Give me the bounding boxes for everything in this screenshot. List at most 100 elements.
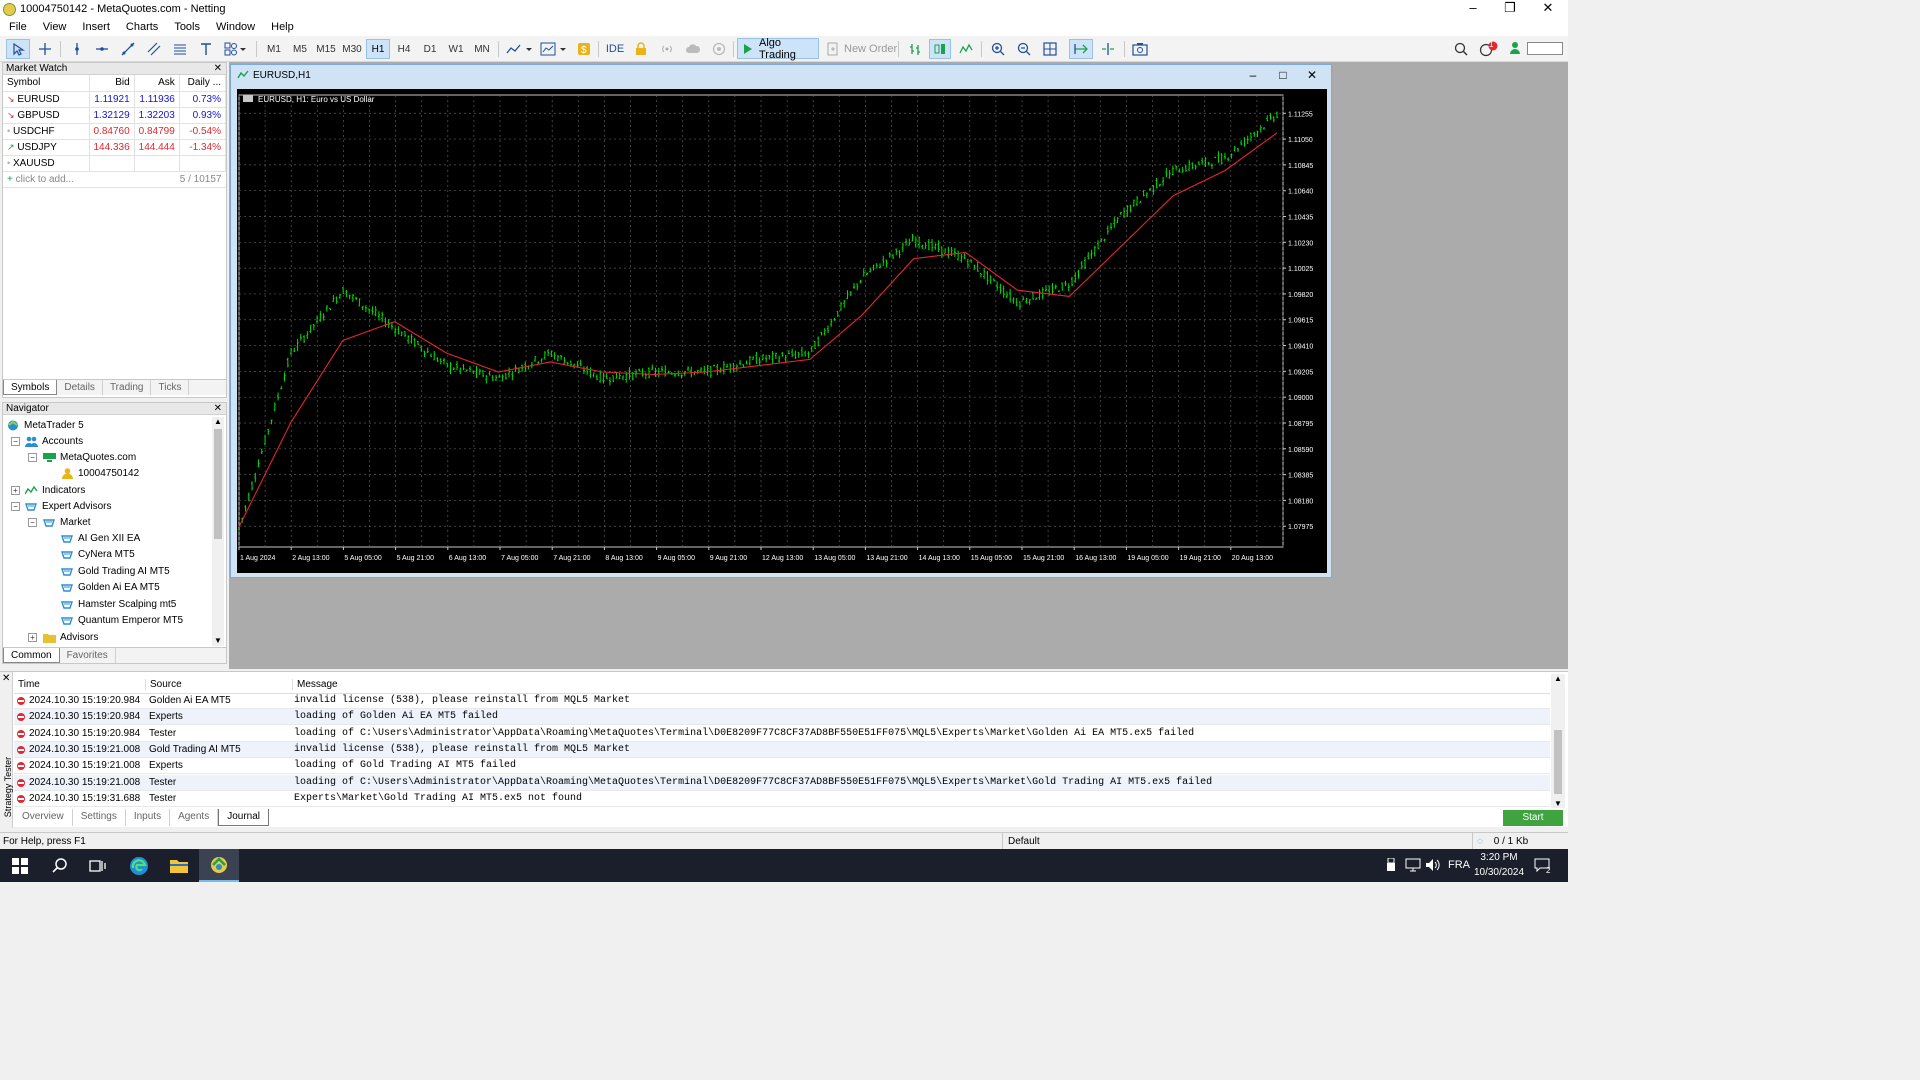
tree-item-expert[interactable]: Hamster Scalping mt5	[61, 596, 176, 612]
timeframe-m5[interactable]: M5	[288, 39, 312, 59]
expand-toggle[interactable]: +	[11, 486, 20, 495]
close-button[interactable]: ✕	[1530, 0, 1566, 18]
tree-item-indicators[interactable]: Indicators	[25, 482, 85, 498]
menu-help[interactable]: Help	[262, 21, 301, 33]
search-icon[interactable]	[40, 849, 80, 882]
account-level-icon[interactable]	[1506, 39, 1524, 59]
column-time[interactable]: Time	[14, 679, 145, 690]
collapse-toggle[interactable]: −	[11, 437, 20, 446]
scroll-thumb[interactable]	[214, 429, 222, 539]
menu-view[interactable]: View	[34, 21, 74, 33]
usb-device-icon[interactable]	[1386, 857, 1400, 874]
menu-insert[interactable]: Insert	[73, 21, 117, 33]
shapes-dropdown-icon[interactable]	[221, 39, 251, 59]
column-ask[interactable]: Ask	[134, 75, 180, 92]
tab-agents[interactable]: Agents	[170, 809, 219, 826]
maximize-button[interactable]: ❐	[1492, 0, 1528, 18]
metatrader-taskbar-icon[interactable]	[199, 849, 239, 882]
scroll-thumb[interactable]	[1554, 730, 1562, 794]
tree-item-expert[interactable]: Quantum Emperor MT5	[61, 612, 183, 628]
tree-item-account-number[interactable]: 10004750142	[61, 465, 139, 481]
column-message[interactable]: Message	[292, 679, 338, 690]
volume-icon[interactable]	[1425, 858, 1441, 874]
tree-item-metatrader[interactable]: MetaTrader 5	[7, 417, 84, 433]
trend-line-tool-icon[interactable]	[117, 39, 139, 59]
collapse-toggle[interactable]: −	[11, 502, 20, 511]
table-row[interactable]: • USDCHF 0.84760 0.84799 -0.54%	[3, 123, 227, 140]
chart-shift-icon[interactable]	[1096, 39, 1120, 59]
tree-item-expert[interactable]: Gold Trading AI MT5	[61, 563, 170, 579]
timeframe-mn[interactable]: MN	[470, 39, 494, 59]
table-row[interactable]: ↗ USDJPY 144.336 144.444 -1.34%	[3, 139, 227, 156]
tab-common[interactable]: Common	[3, 648, 60, 663]
price-chart-svg[interactable]: 1.11255 1.11050 1.10845 1.10640 1.10435 1.102…	[237, 89, 1327, 573]
profile-name[interactable]: Default	[1002, 833, 1470, 849]
tab-ticks[interactable]: Ticks	[151, 380, 190, 395]
price-chart[interactable]: 1.11255 1.11050 1.10845 1.10640 1.10435 1.102…	[237, 89, 1327, 573]
close-icon[interactable]: ✕	[214, 63, 222, 75]
menu-charts[interactable]: Charts	[117, 21, 165, 33]
zoom-out-icon[interactable]	[1013, 39, 1035, 59]
timeframe-m30[interactable]: M30	[340, 39, 364, 59]
clock-date[interactable]: 10/30/2024	[1472, 867, 1526, 878]
table-row[interactable]: ↘ EURUSD 1.11921 1.11936 0.73%	[3, 91, 227, 108]
table-row[interactable]: • XAUUSD	[3, 155, 227, 172]
fibonacci-tool-icon[interactable]	[169, 39, 191, 59]
tree-item-expert[interactable]: AI Gen XII EA	[61, 530, 140, 546]
vertical-line-tool-icon[interactable]	[66, 39, 88, 59]
vps-icon[interactable]	[708, 39, 730, 59]
timeframe-m15[interactable]: M15	[314, 39, 338, 59]
column-symbol[interactable]: Symbol	[3, 75, 90, 92]
tree-item-expert[interactable]: Golden Ai EA MT5	[61, 579, 160, 595]
column-bid[interactable]: Bid	[89, 75, 135, 92]
tab-inputs[interactable]: Inputs	[126, 809, 171, 826]
chart-templates-icon[interactable]	[538, 39, 570, 59]
scroll-up-icon[interactable]: ▲	[1551, 674, 1565, 683]
menu-tools[interactable]: Tools	[165, 21, 207, 33]
column-daily-change[interactable]: Daily ...	[179, 75, 227, 92]
horizontal-line-tool-icon[interactable]	[91, 39, 113, 59]
tab-overview[interactable]: Overview	[14, 809, 73, 826]
expand-toggle[interactable]: +	[28, 633, 37, 642]
chart-maximize-button[interactable]: □	[1274, 68, 1292, 82]
timeframe-h4[interactable]: H4	[392, 39, 416, 59]
tree-item-server[interactable]: MetaQuotes.com	[43, 449, 136, 465]
timeframe-m1[interactable]: M1	[262, 39, 286, 59]
table-row[interactable]: 2024.10.30 15:19:31.688 Tester Experts\Mar…	[14, 791, 1550, 807]
clock-time[interactable]: 3:20 PM	[1478, 852, 1520, 863]
lock-icon[interactable]	[630, 39, 652, 59]
dollar-icon[interactable]: $	[574, 39, 594, 59]
table-row[interactable]: 2024.10.30 15:19:20.984 Tester loading of …	[14, 726, 1550, 742]
scroll-down-icon[interactable]: ▼	[1551, 799, 1565, 808]
scroll-up-icon[interactable]: ▲	[212, 417, 224, 427]
crosshair-tool-icon[interactable]	[34, 39, 56, 59]
cloud-icon[interactable]	[682, 39, 704, 59]
table-row[interactable]: ↘ GBPUSD 1.32129 1.32203 0.93%	[3, 107, 227, 124]
tree-item-accounts[interactable]: Accounts	[25, 433, 83, 449]
tab-details[interactable]: Details	[57, 380, 103, 395]
task-view-icon[interactable]	[78, 849, 118, 882]
table-row[interactable]: 2024.10.30 15:19:21.008 Gold Trading AI M…	[14, 742, 1550, 758]
chart-window-titlebar[interactable]: EURUSD,H1 – □ ✕	[231, 65, 1331, 85]
autoscroll-icon[interactable]	[1069, 39, 1093, 59]
grid-icon[interactable]	[1039, 39, 1061, 59]
add-symbol-row[interactable]: + click to add... 5 / 10157	[3, 171, 226, 188]
table-row[interactable]: 2024.10.30 15:19:20.984 Golden Ai EA MT5 i…	[14, 693, 1550, 709]
screenshot-icon[interactable]	[1129, 39, 1151, 59]
timeframe-w1[interactable]: W1	[444, 39, 468, 59]
close-icon[interactable]: ✕	[214, 403, 222, 415]
tree-item-advisors[interactable]: Advisors	[43, 629, 98, 645]
edge-browser-icon[interactable]	[119, 849, 159, 882]
keyboard-language[interactable]: FRA	[1448, 859, 1470, 871]
timeframe-h1[interactable]: H1	[366, 39, 390, 59]
cursor-tool-icon[interactable]	[6, 39, 30, 59]
candlestick-chart-icon[interactable]	[929, 39, 951, 59]
equidistant-channel-icon[interactable]	[143, 39, 165, 59]
column-source[interactable]: Source	[145, 679, 292, 690]
tab-settings[interactable]: Settings	[73, 809, 126, 826]
close-icon[interactable]: ✕	[2, 673, 10, 684]
tab-journal[interactable]: Journal	[218, 809, 270, 826]
zoom-in-icon[interactable]	[987, 39, 1009, 59]
text-tool-icon[interactable]	[195, 39, 217, 59]
notifications-icon[interactable]: 1	[1477, 39, 1501, 59]
